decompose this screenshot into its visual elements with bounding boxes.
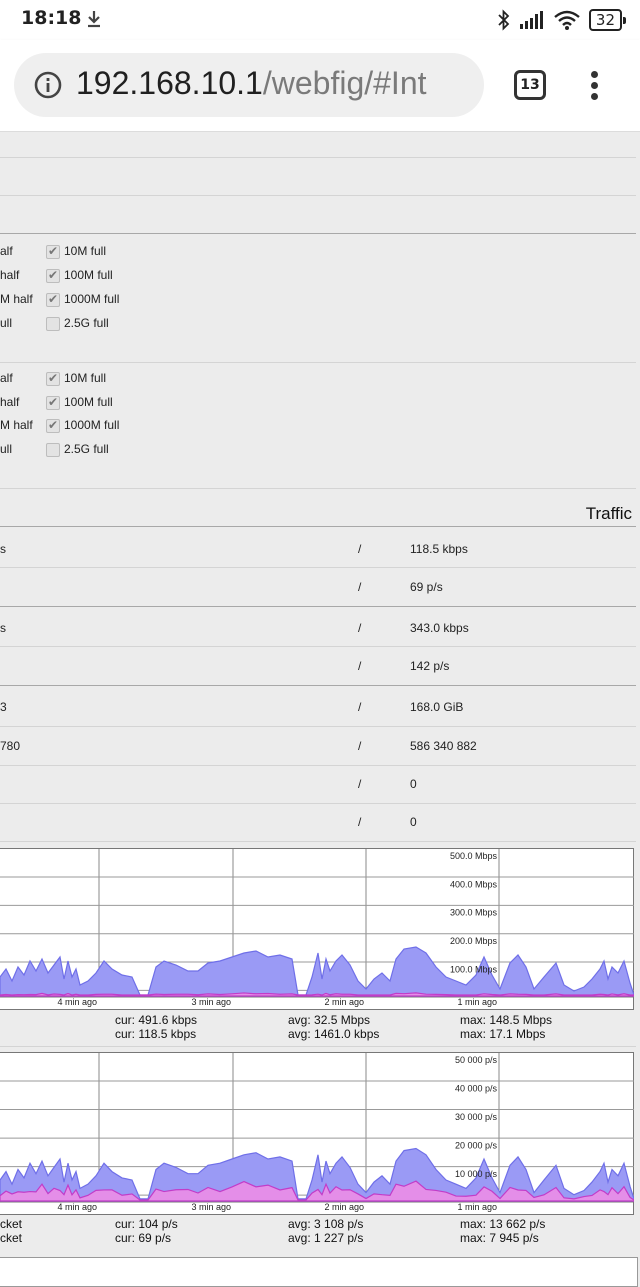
battery-indicator: 32 — [588, 9, 627, 31]
traffic-value: 69 p/s — [410, 580, 443, 594]
separator: / — [358, 777, 362, 791]
x-axis-label: 2 min ago — [324, 1202, 364, 1212]
checkbox-10m-full[interactable] — [46, 371, 60, 386]
y-axis-label: 400.0 Mbps — [450, 879, 498, 889]
tab-switcher-button[interactable]: 13 — [514, 70, 546, 100]
traffic-value: 586 340 882 — [410, 739, 477, 753]
traffic-value: 0 — [410, 777, 417, 791]
info-icon[interactable] — [34, 71, 62, 99]
checkbox-1000m-full[interactable] — [46, 292, 60, 307]
graph-stat: max: 17.1 Mbps — [460, 1027, 546, 1041]
separator: / — [358, 580, 362, 594]
traffic-value: 118.5 kbps — [410, 542, 468, 556]
x-axis-label: 1 min ago — [457, 997, 497, 1007]
checkbox-2-5g-full[interactable] — [46, 317, 60, 331]
traffic-value: 343.0 kbps — [410, 621, 469, 635]
advertise-left-label: M half — [0, 418, 33, 432]
x-axis-label: 4 min ago — [57, 1202, 97, 1212]
graph-stat: cur: 491.6 kbps — [115, 1013, 198, 1027]
tx-area — [0, 946, 634, 997]
checkbox-label: 100M full — [64, 395, 113, 409]
y-axis-label: 50 000 p/s — [455, 1055, 498, 1065]
checkbox-10m-full[interactable] — [46, 244, 60, 259]
url-path: /webfig/#Int — [262, 65, 427, 101]
status-bar: 18:18 32 — [0, 0, 640, 40]
advertise-left-label: half — [0, 268, 20, 282]
download-icon — [88, 11, 100, 28]
checkbox-2-5g-full[interactable] — [46, 443, 60, 457]
graph-stat: cket — [0, 1231, 23, 1245]
browser-toolbar: 192.168.10.1/webfig/#Int 13 — [0, 40, 640, 132]
checkbox-label: 1000M full — [64, 418, 120, 432]
overflow-menu-icon[interactable] — [582, 68, 606, 104]
checkbox-100m-full[interactable] — [46, 395, 60, 410]
graph-stat: cur: 104 p/s — [115, 1217, 178, 1231]
y-axis-label: 200.0 Mbps — [450, 936, 498, 946]
traffic-value: 0 — [410, 815, 417, 829]
url-host: 192.168.10.1 — [76, 65, 263, 101]
graph-stat: cur: 69 p/s — [115, 1231, 172, 1245]
separator: / — [358, 542, 362, 556]
y-axis-label: 20 000 p/s — [455, 1141, 498, 1151]
signal-icon — [519, 11, 543, 29]
checkbox-100m-full[interactable] — [46, 268, 60, 283]
advertise-left-label: M half — [0, 292, 33, 306]
traffic-value: 168.0 GiB — [410, 700, 464, 714]
status-time: 18:18 — [21, 7, 82, 29]
bluetooth-icon — [498, 9, 510, 31]
x-axis-label: 4 min ago — [57, 997, 97, 1007]
y-axis-label: 40 000 p/s — [455, 1084, 498, 1094]
advertise-left-label: half — [0, 395, 20, 409]
y-axis-label: 100.0 Mbps — [450, 964, 498, 974]
x-axis-label: 2 min ago — [324, 997, 364, 1007]
url-text[interactable]: 192.168.10.1/webfig/#Int — [76, 65, 427, 102]
graph-stat: cur: 118.5 kbps — [115, 1027, 197, 1041]
traffic-bits-graph: 500.0 Mbps 400.0 Mbps 300.0 Mbps 200.0 Mbps… — [0, 848, 634, 1010]
x-axis-label: 3 min ago — [191, 1202, 231, 1212]
traffic-row-left: 3 — [0, 700, 7, 714]
x-axis-label: 3 min ago — [191, 997, 231, 1007]
checkbox-label: 10M full — [64, 244, 107, 258]
checkbox-label: 10M full — [64, 371, 107, 385]
traffic-row-left: s — [0, 621, 6, 635]
traffic-packets-graph: 50 000 p/s 40 000 p/s 30 000 p/s 20 000 p/s… — [0, 1052, 634, 1215]
y-axis-label: 500.0 Mbps — [450, 851, 498, 861]
checkbox-label: 2.5G full — [64, 316, 109, 330]
traffic-row-left: s — [0, 542, 6, 556]
graph-stat: avg: 3 108 p/s — [288, 1217, 364, 1231]
graph-stat: cket — [0, 1217, 23, 1231]
separator: / — [358, 739, 362, 753]
advertise-left-label: ull — [0, 442, 13, 456]
advertise-left-label: ull — [0, 316, 13, 330]
page-content: alf half M half ull 10M full 100M full 1… — [0, 132, 640, 1287]
checkbox-label: 100M full — [64, 268, 113, 282]
y-axis-label: 10 000 p/s — [455, 1169, 498, 1179]
graph-stat: avg: 32.5 Mbps — [288, 1013, 371, 1027]
graph-stat: max: 148.5 Mbps — [460, 1013, 553, 1027]
address-bar[interactable]: 192.168.10.1/webfig/#Int — [14, 53, 484, 117]
separator: / — [358, 659, 362, 673]
y-axis-label: 300.0 Mbps — [450, 908, 498, 918]
next-panel — [0, 1257, 638, 1287]
advertise-left-label: alf — [0, 371, 13, 385]
y-axis-label: 30 000 p/s — [455, 1112, 498, 1122]
checkbox-label: 2.5G full — [64, 442, 109, 456]
separator: / — [358, 700, 362, 714]
section-title-traffic: Traffic — [585, 504, 632, 523]
separator: / — [358, 621, 362, 635]
advertise-left-label: alf — [0, 244, 13, 258]
checkbox-1000m-full[interactable] — [46, 418, 60, 433]
checkbox-label: 1000M full — [64, 292, 120, 306]
traffic-value: 142 p/s — [410, 659, 450, 673]
graph-stat: avg: 1461.0 kbps — [288, 1027, 380, 1041]
traffic-row-left: 780 — [0, 739, 21, 753]
graph-stat: max: 7 945 p/s — [460, 1231, 539, 1245]
separator: / — [358, 815, 362, 829]
graph-stat: max: 13 662 p/s — [460, 1217, 546, 1231]
graph-stat: avg: 1 227 p/s — [288, 1231, 364, 1245]
wifi-icon — [554, 10, 580, 30]
x-axis-label: 1 min ago — [457, 1202, 497, 1212]
